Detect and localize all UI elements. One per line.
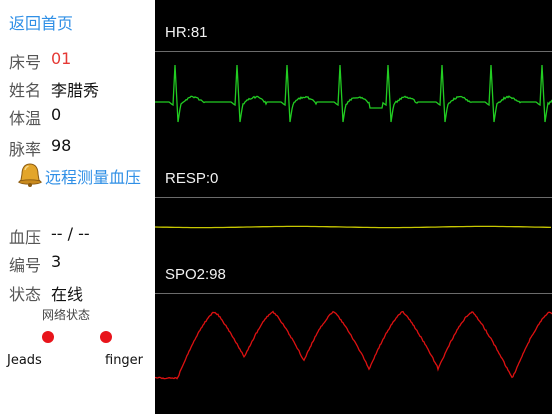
leads-label: Jeads bbox=[7, 353, 42, 368]
temperature-value: 0 bbox=[51, 105, 61, 124]
remote-bp-button[interactable]: 远程测量血压 bbox=[45, 164, 141, 188]
device-id-value: 3 bbox=[51, 252, 61, 271]
name-label: 姓名 bbox=[9, 77, 41, 101]
resp-readout: RESP:0 bbox=[165, 170, 218, 187]
name-value: 李腊秀 bbox=[51, 77, 99, 101]
finger-status-indicator bbox=[100, 331, 112, 343]
device-id-label: 编号 bbox=[9, 252, 41, 276]
bed-label: 床号 bbox=[9, 49, 41, 73]
bed-value: 01 bbox=[51, 49, 71, 68]
spo2-divider bbox=[155, 293, 552, 294]
bp-label: 血压 bbox=[9, 224, 41, 248]
leads-status-indicator bbox=[42, 331, 54, 343]
bp-value: -- / -- bbox=[51, 224, 90, 243]
resp-divider bbox=[155, 197, 552, 198]
resp-waveform bbox=[155, 215, 552, 239]
status-label: 状态 bbox=[9, 281, 41, 305]
status-value: 在线 bbox=[51, 281, 83, 305]
resp-trace bbox=[155, 226, 551, 227]
temperature-label: 体温 bbox=[9, 105, 41, 129]
spo2-waveform bbox=[155, 300, 552, 400]
spo2-readout: SPO2:98 bbox=[165, 266, 226, 283]
hr-readout: HR:81 bbox=[165, 24, 208, 41]
spo2-trace bbox=[155, 312, 552, 379]
bell-icon[interactable] bbox=[16, 162, 44, 188]
pulse-value: 98 bbox=[51, 136, 71, 155]
waveform-monitor: HR:81 RESP:0 SPO2:98 bbox=[155, 0, 552, 414]
patient-info-panel: 返回首页 床号 01 姓名 李腊秀 体温 0 脉率 98 远程测量血压 血压 -… bbox=[0, 0, 155, 414]
hr-divider bbox=[155, 51, 552, 52]
finger-label: finger bbox=[105, 353, 143, 368]
pulse-label: 脉率 bbox=[9, 136, 41, 160]
ecg-waveform bbox=[155, 60, 552, 140]
network-status-label: 网络状态 bbox=[42, 306, 90, 323]
ecg-trace bbox=[155, 65, 552, 122]
back-home-link[interactable]: 返回首页 bbox=[9, 10, 73, 34]
